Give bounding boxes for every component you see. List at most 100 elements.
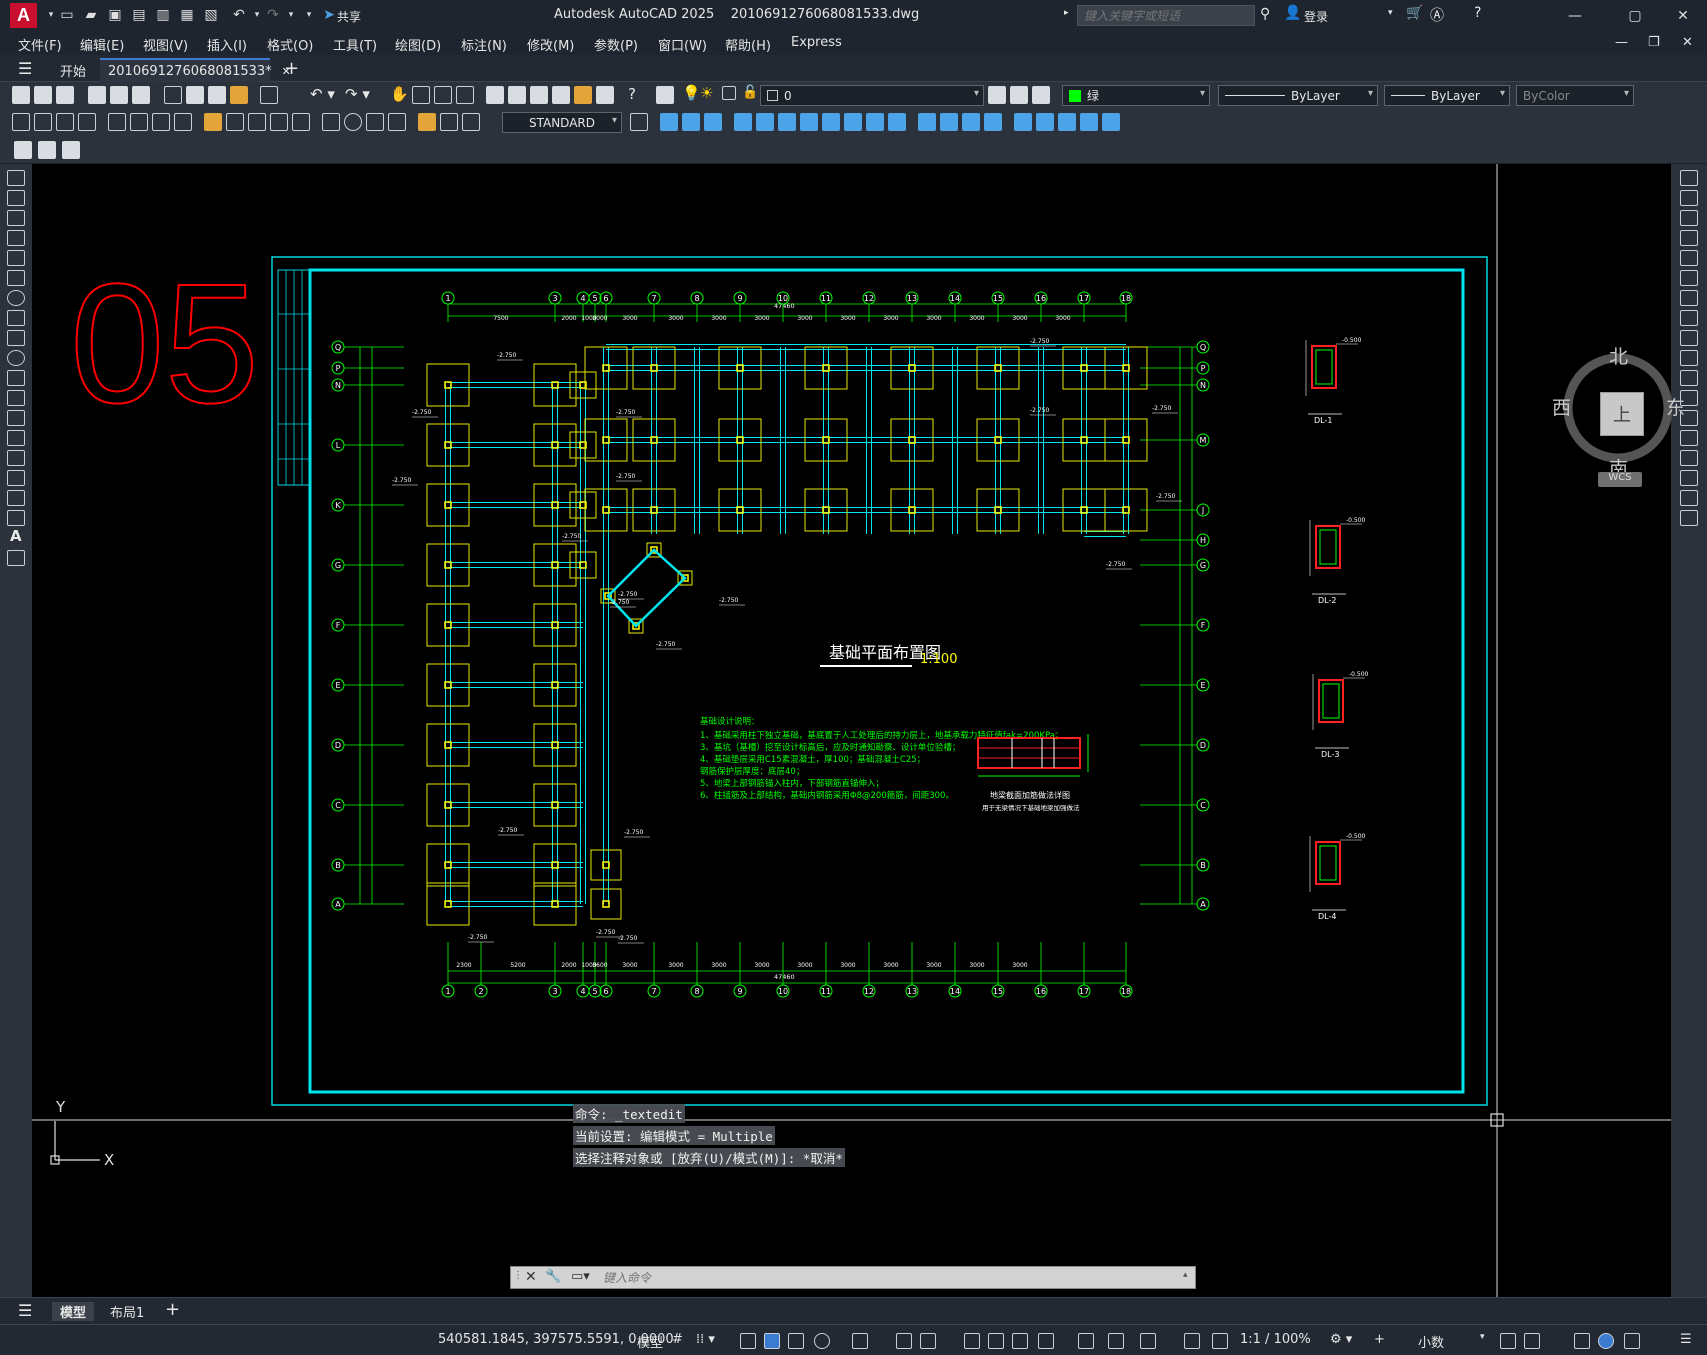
attribute-edit-icon[interactable] [14,141,32,159]
properties-icon[interactable] [486,86,504,104]
help-icon[interactable]: ? [1474,5,1481,21]
ordinate-dim-icon[interactable] [78,113,96,131]
polygon-icon[interactable] [7,230,25,246]
radius-dim-icon[interactable] [108,113,126,131]
hatch-icon[interactable] [7,450,25,466]
mirror-icon[interactable] [1680,210,1698,226]
fillet-icon[interactable] [1680,470,1698,486]
tolerance-icon[interactable] [322,113,340,131]
new-file-icon[interactable]: ▭ [56,3,78,27]
rotate-icon[interactable] [1680,290,1698,306]
units-label[interactable]: 小数 [1418,1332,1444,1351]
paste-icon[interactable] [208,86,226,104]
matchprop-icon[interactable] [230,86,248,104]
drawing-canvas[interactable]: 05 47460 47460 1 3 4 5 6 7 8 9 10 11 12 13 14 15 16 17 18 1… [32,164,1685,1297]
center-mark-icon[interactable] [344,113,362,131]
help-tb-icon[interactable]: ? [628,85,636,103]
qsave-icon[interactable] [56,86,74,104]
plotstyle-combo[interactable]: ByColor ▾ [1516,85,1634,106]
quick-properties-icon[interactable] [1500,1333,1516,1349]
undo-tb-icon[interactable]: ↶ ▾ [310,85,335,103]
modify-move-icon[interactable] [778,113,796,131]
point-icon[interactable] [7,430,25,446]
ellipse-icon[interactable] [7,350,25,366]
preview-icon[interactable] [110,86,128,104]
inspection-icon[interactable] [366,113,384,131]
modify-rotate-icon[interactable] [800,113,818,131]
arc-dim-icon[interactable] [56,113,74,131]
compass-west[interactable]: 西 [1552,393,1571,420]
extend-icon[interactable] [1680,370,1698,386]
dim-break-icon[interactable] [292,113,310,131]
offset-icon[interactable] [1680,230,1698,246]
cut-icon[interactable] [164,86,182,104]
dimedit-icon[interactable] [418,113,436,131]
construction-line-icon[interactable] [7,190,25,206]
command-close-icon[interactable]: ✕ [525,1269,537,1285]
viewcube[interactable]: 上 北 南 西 东 WCS [1552,346,1685,487]
quick-dim-icon[interactable] [204,113,222,131]
layer-states-icon[interactable] [1032,86,1050,104]
tool-palettes-icon[interactable] [530,86,548,104]
dim-update-icon[interactable] [462,113,480,131]
diameter-dim-icon[interactable] [152,113,170,131]
model-space-toggle[interactable]: 模型 [637,1332,663,1351]
arc-icon[interactable] [7,270,25,286]
modify-array-icon[interactable] [756,113,774,131]
command-recent-icon[interactable]: ▭▾ [571,1269,590,1284]
customize-icon[interactable]: ▾ [298,3,320,27]
modify-offset-icon[interactable] [734,113,752,131]
login-label[interactable]: 登录 [1304,8,1328,25]
open-icon[interactable] [34,86,52,104]
maximize-icon[interactable]: ▢ [1620,4,1650,28]
wcs-menu[interactable]: WCS [1598,472,1642,487]
angular-dim-icon[interactable] [174,113,192,131]
dim-space-icon[interactable] [270,113,288,131]
modify-join-icon[interactable] [940,113,958,131]
isometric-icon[interactable] [852,1333,868,1349]
menu-window[interactable]: 窗口(W) [658,35,707,54]
block-editor-icon[interactable] [260,86,278,104]
trim-icon[interactable] [1680,350,1698,366]
search-expand-icon[interactable]: ▸ [1064,8,1069,18]
share-label[interactable]: 共享 [337,8,361,25]
modify-spline-icon[interactable] [1080,113,1098,131]
layer-unlock-icon[interactable]: 🔓 [742,85,758,100]
add-layout-icon[interactable]: + [165,1299,180,1320]
pan-icon[interactable]: ✋ [390,85,409,103]
layer-lock-icon[interactable] [722,86,736,100]
make-current-layer-icon[interactable] [988,86,1006,104]
chamfer-icon[interactable] [1680,450,1698,466]
publish-icon[interactable] [132,86,150,104]
revcloud-icon[interactable] [7,310,25,326]
calculator-icon[interactable] [596,86,614,104]
text-edit-icon[interactable] [62,141,80,159]
modify-hatch-edit-icon[interactable] [1102,113,1120,131]
table-icon[interactable] [7,510,25,526]
3d-osnap-icon[interactable] [1038,1333,1054,1349]
modify-break-icon[interactable] [918,113,936,131]
color-combo[interactable]: 绿 ▾ [1062,85,1210,106]
explode-icon[interactable] [1680,510,1698,526]
layer-on-icon[interactable]: 💡 [682,84,701,102]
design-center-icon[interactable] [508,86,526,104]
redo-tb-icon[interactable]: ↷ ▾ [345,85,370,103]
object-snap-tracking-icon[interactable] [896,1333,912,1349]
dimstyle-combo[interactable]: STANDARD ▾ [502,112,622,133]
menu-view[interactable]: 视图(V) [143,35,188,54]
menu-tools[interactable]: 工具(T) [333,35,377,54]
save-as-icon[interactable]: ▤ [128,3,150,27]
tab-start[interactable]: 开始 [52,58,94,82]
block-attribute-icon[interactable] [38,141,56,159]
modify-fillet-icon[interactable] [984,113,1002,131]
isolate-objects-icon[interactable] [1574,1333,1590,1349]
user-icon[interactable]: 👤 [1284,5,1301,21]
continue-dim-icon[interactable] [248,113,266,131]
dimtedit-icon[interactable] [440,113,458,131]
cart-icon[interactable]: 🛒 [1406,5,1423,21]
doc-close-icon[interactable]: ✕ [1682,35,1693,50]
modify-extend-icon[interactable] [888,113,906,131]
ortho-icon[interactable] [788,1333,804,1349]
search-icon[interactable]: ⚲ [1260,6,1270,22]
jogged-dim-icon[interactable] [130,113,148,131]
